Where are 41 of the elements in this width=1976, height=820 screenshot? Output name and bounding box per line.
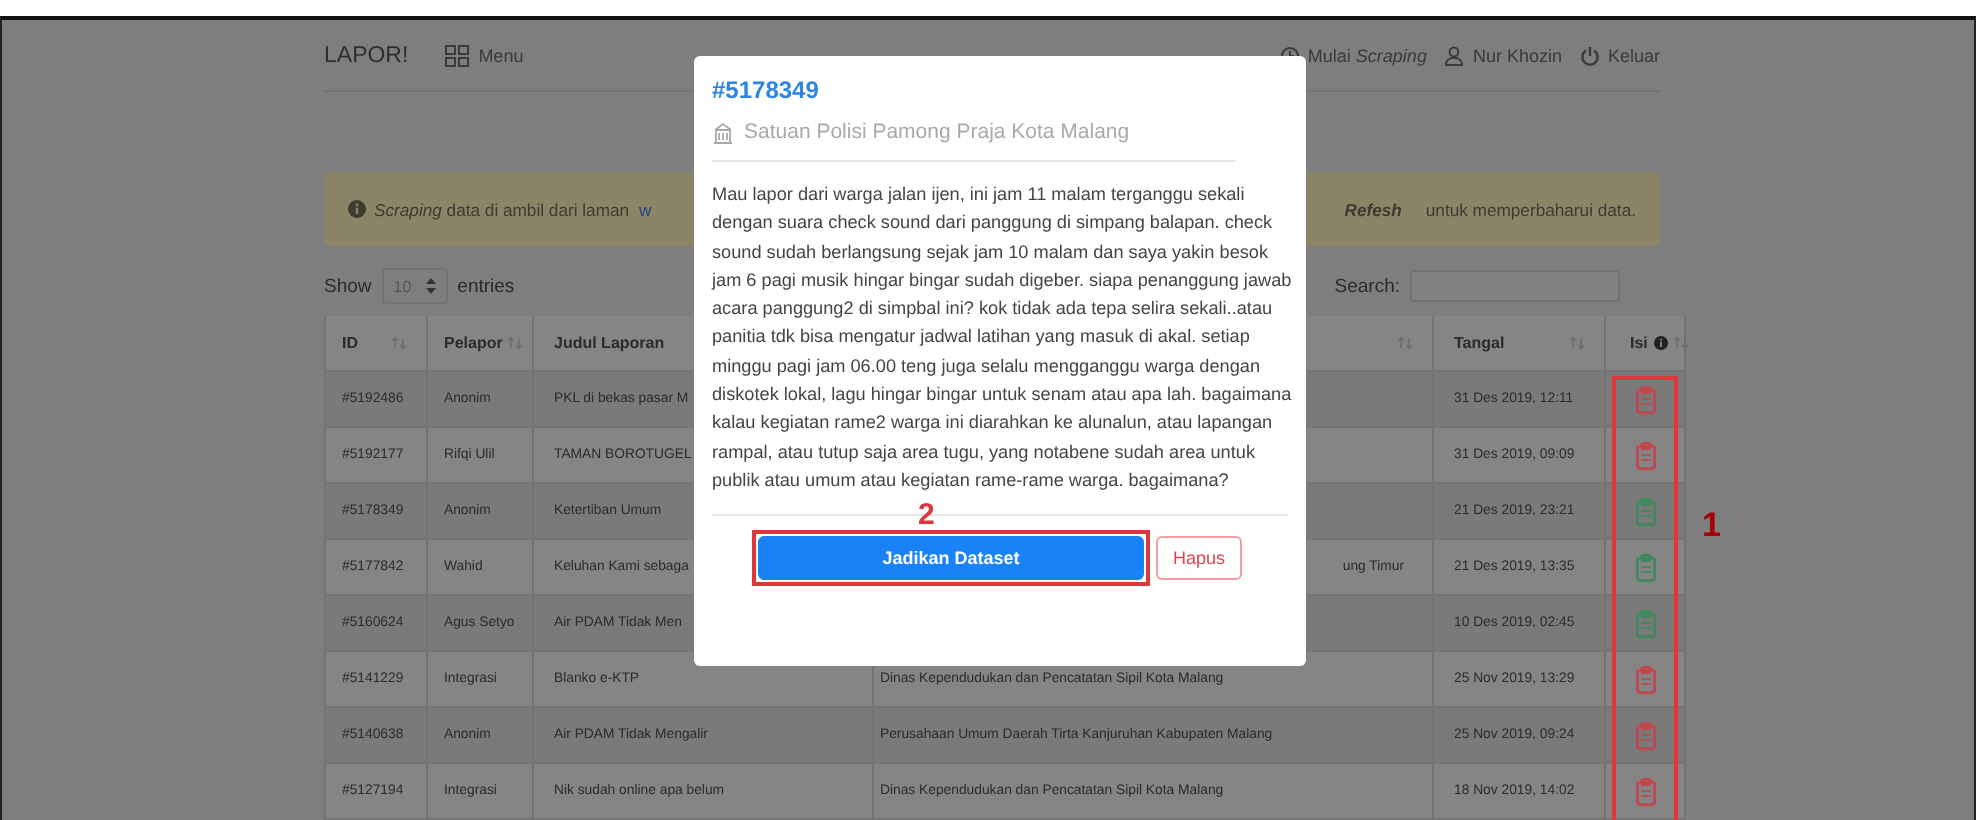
nav-link[interactable]: Nur Khozin xyxy=(1444,45,1562,65)
clipboard-icon[interactable] xyxy=(1635,721,1655,749)
column-header[interactable]: Isi xyxy=(1630,334,1648,352)
annotation-number: 1 xyxy=(1702,508,1721,542)
column-header[interactable]: Pelapor xyxy=(444,334,503,352)
column-header[interactable]: Judul Laporan xyxy=(554,334,665,352)
clipboard-icon[interactable] xyxy=(1635,441,1655,469)
power-icon xyxy=(1579,45,1600,65)
alert-text: Refesh xyxy=(1344,199,1402,219)
clipboard-icon[interactable] xyxy=(1635,497,1655,525)
clipboard-icon[interactable] xyxy=(1635,385,1655,413)
caret-icon xyxy=(425,278,436,294)
alert-link[interactable]: w xyxy=(639,199,652,219)
building-icon xyxy=(712,121,734,143)
alert-text: untuk memperbaharui data. xyxy=(1425,199,1636,219)
entries-label: entries xyxy=(457,275,515,297)
clipboard-icon[interactable] xyxy=(1635,777,1655,805)
annotation-number: 2 xyxy=(918,500,935,531)
sort-icon xyxy=(1570,336,1584,350)
column-header[interactable]: ID xyxy=(342,334,358,352)
sort-icon xyxy=(392,336,406,350)
clipboard-icon[interactable] xyxy=(1635,665,1655,693)
report-text: Mau lapor dari warga jalan ijen, ini jam 11 malam terganggu sekali dengan suara check sound dari panggung di simpang balapan. check sound sudah berlangsung sejak jam 10 malam dan saya yakin besok jam 6 pagi musik hingar bingar sudah digeber. siapa penanggung jawab acara panggung2 di simpbal ini? kok tidak ada tepa selira sekali..atau panitia tdk bisa mengatur jadwal latihan yang masuk di akal. setiap minggu pagi jam 06.00 teng juga selalu mengganggu warga dengan diskotek lokal, lagu hingar bingar untuk senam atau apa lah. bagaimana kalau kegiatan rame2 warga ini diarahkan ke alunalun, atau lapangan rampal, atau tutup saja area tugu, yang notabene sudah area untuk publik atau umum atau kegiatan rame-rame warga. bagaimana? xyxy=(712,182,1292,494)
delete-button[interactable]: Hapus xyxy=(1156,536,1242,581)
agency-name: Satuan Polisi Pamong Praja Kota Malang xyxy=(744,120,1130,144)
modal-title: #5178349 xyxy=(712,76,819,104)
info-icon xyxy=(348,200,366,218)
sort-icon xyxy=(508,336,523,350)
grid-icon xyxy=(444,43,471,67)
dataset-button[interactable]: Jadikan Dataset xyxy=(758,536,1144,581)
alert-text: Scraping data di ambil dari laman xyxy=(374,199,630,219)
brand-logo[interactable]: LAPOR! xyxy=(324,43,409,67)
column-header[interactable]: Tangal xyxy=(1454,334,1505,352)
menu-link[interactable]: Menu xyxy=(444,43,524,67)
sort-icon xyxy=(1398,336,1412,350)
show-label: Show xyxy=(324,275,372,297)
clipboard-icon[interactable] xyxy=(1635,553,1655,581)
nav-link[interactable]: Keluar xyxy=(1579,45,1660,65)
clipboard-icon[interactable] xyxy=(1635,609,1655,637)
user-icon xyxy=(1444,45,1465,65)
search-label: Search: xyxy=(1334,275,1400,297)
